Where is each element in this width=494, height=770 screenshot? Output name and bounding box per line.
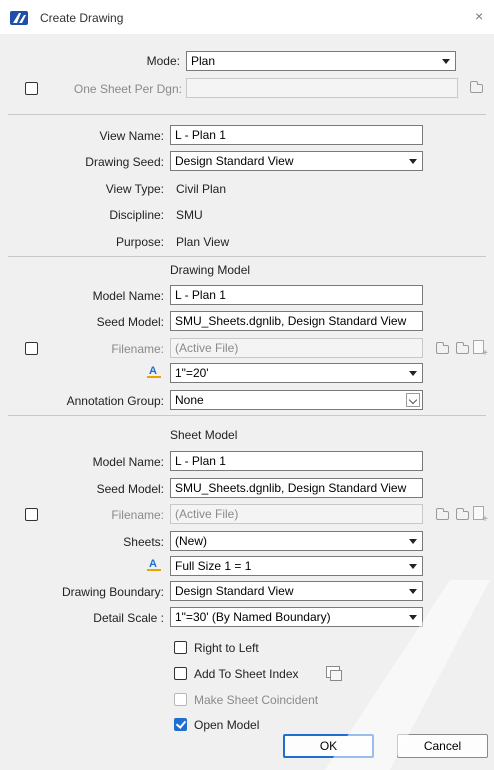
annotation-scale-icon: A: [146, 556, 162, 572]
drawing-model-name-input[interactable]: L - Plan 1: [170, 285, 423, 305]
annotation-group-label: Annotation Group:: [66, 394, 164, 408]
view-name-label: View Name:: [99, 129, 164, 143]
sheets-value: (New): [175, 534, 207, 548]
sheet-model-name-label: Model Name:: [92, 455, 164, 469]
folder-icon[interactable]: [436, 342, 449, 354]
chevron-down-icon: [409, 371, 417, 376]
close-icon[interactable]: ×: [475, 8, 483, 24]
watermark-graphic: [325, 580, 490, 770]
add-to-sheet-index-label: Add To Sheet Index: [194, 667, 299, 681]
purpose-value: Plan View: [176, 235, 230, 249]
folder-icon[interactable]: [456, 342, 469, 354]
drawing-filename-checkbox[interactable]: [25, 342, 38, 355]
sheet-filename-label: Filename:: [111, 508, 164, 522]
view-name-input[interactable]: L - Plan 1: [170, 125, 423, 145]
drawing-boundary-label: Drawing Boundary:: [61, 585, 164, 599]
app-logo-icon: [10, 11, 28, 25]
folder-icon[interactable]: [456, 508, 469, 520]
drawing-model-heading: Drawing Model: [170, 263, 251, 277]
svg-text:A: A: [149, 365, 157, 377]
chevron-down-icon: [409, 159, 417, 164]
chevron-down-icon: [442, 59, 450, 64]
sheet-model-heading: Sheet Model: [170, 428, 238, 442]
annotation-group-select[interactable]: None: [170, 390, 423, 410]
open-model-checkbox[interactable]: [174, 718, 187, 731]
divider: [8, 256, 486, 257]
drawing-model-name-label: Model Name:: [92, 289, 164, 303]
divider: [8, 114, 486, 115]
folder-icon[interactable]: [470, 81, 483, 93]
drawing-scale-select[interactable]: 1"=20': [170, 363, 423, 383]
detail-scale-label: Detail Scale :: [93, 611, 164, 625]
drawing-seed-model-field[interactable]: SMU_Sheets.dgnlib, Design Standard View: [170, 311, 423, 331]
drawing-seed-select[interactable]: Design Standard View: [170, 151, 423, 171]
new-file-icon[interactable]: [473, 506, 488, 525]
drawing-boundary-value: Design Standard View: [175, 584, 294, 598]
right-to-left-checkbox[interactable]: [174, 641, 187, 654]
sheet-filename-checkbox[interactable]: [25, 508, 38, 521]
sheet-scale-value: Full Size 1 = 1: [175, 559, 252, 573]
divider: [8, 415, 486, 416]
new-file-icon[interactable]: [473, 340, 488, 359]
view-type-value: Civil Plan: [176, 182, 227, 196]
discipline-label: Discipline:: [109, 208, 164, 222]
annotation-group-value: None: [175, 393, 204, 407]
detail-scale-value: 1"=30' (By Named Boundary): [175, 610, 331, 624]
drawing-seed-model-label: Seed Model:: [96, 315, 164, 329]
mode-value: Plan: [191, 54, 216, 68]
drawing-filename-label: Filename:: [111, 342, 164, 356]
chevron-down-icon: [406, 393, 420, 407]
open-model-label: Open Model: [194, 718, 260, 732]
one-sheet-field[interactable]: [186, 78, 458, 98]
right-to-left-label: Right to Left: [194, 641, 259, 655]
sheets-label: Sheets:: [123, 535, 164, 549]
sheet-seed-model-label: Seed Model:: [96, 482, 164, 496]
add-to-sheet-index-checkbox[interactable]: [174, 667, 187, 680]
window-title: Create Drawing: [40, 11, 124, 25]
make-coincident-label: Make Sheet Coincident: [194, 693, 319, 707]
drawing-filename-field[interactable]: (Active File): [170, 338, 423, 358]
sheet-seed-model-field[interactable]: SMU_Sheets.dgnlib, Design Standard View: [170, 478, 423, 498]
drawing-scale-value: 1"=20': [175, 366, 209, 380]
view-type-label: View Type:: [105, 182, 164, 196]
sheet-filename-field[interactable]: (Active File): [170, 504, 423, 524]
one-sheet-label: One Sheet Per Dgn:: [73, 82, 182, 96]
make-coincident-checkbox: [174, 693, 187, 706]
folder-icon[interactable]: [436, 508, 449, 520]
drawing-seed-value: Design Standard View: [175, 154, 294, 168]
mode-select[interactable]: Plan: [186, 51, 456, 71]
mode-label: Mode:: [146, 54, 180, 68]
one-sheet-checkbox[interactable]: [25, 82, 38, 95]
annotation-scale-icon: A: [146, 363, 162, 379]
purpose-label: Purpose:: [115, 235, 164, 249]
svg-text:A: A: [149, 558, 157, 570]
drawing-seed-label: Drawing Seed:: [85, 155, 164, 169]
sheet-model-name-input[interactable]: L - Plan 1: [170, 451, 423, 471]
discipline-value: SMU: [176, 208, 203, 222]
